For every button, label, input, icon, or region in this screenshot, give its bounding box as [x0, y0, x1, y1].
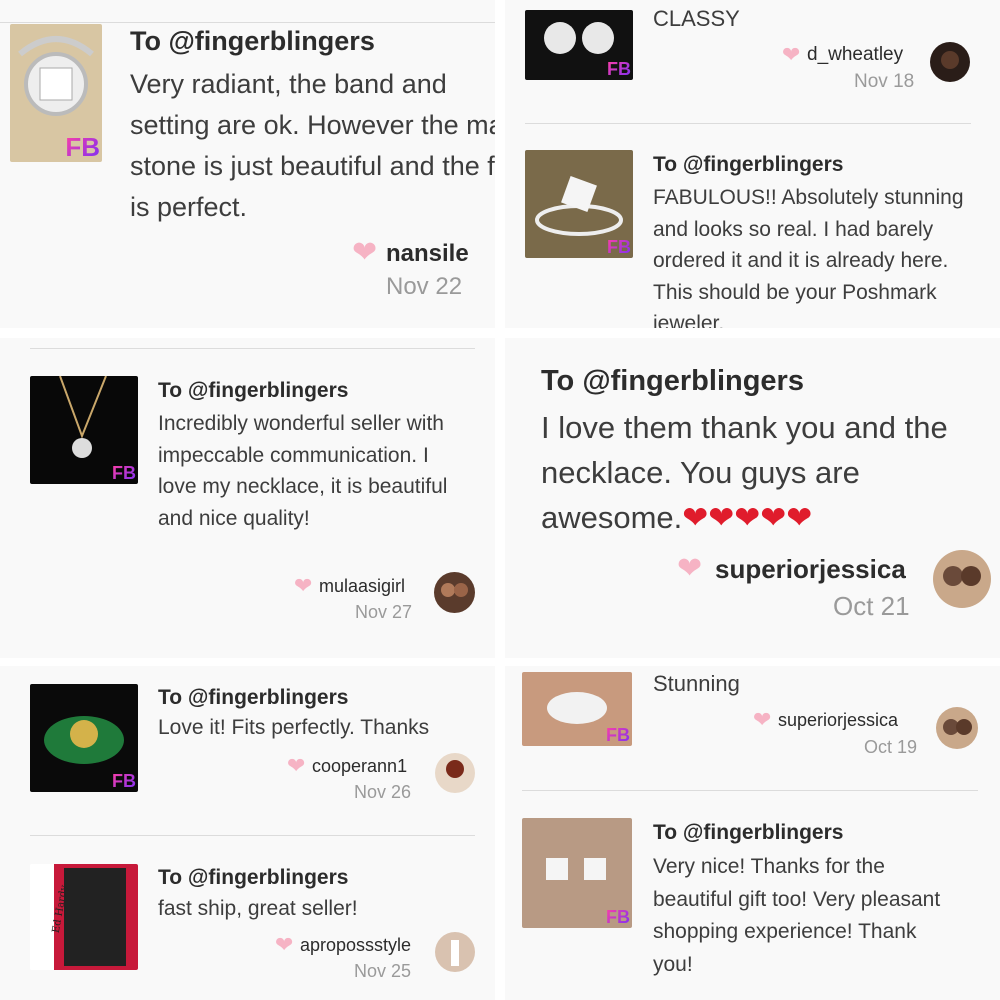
review-date: Nov 22	[386, 273, 463, 300]
review-recipient: To @fingerblingers	[158, 379, 349, 402]
jeans-thumbnail[interactable]: Ed Hardy	[30, 864, 138, 970]
review-date: Nov 26	[354, 782, 412, 802]
fb-logo-icon: FB	[65, 132, 100, 162]
ring-thumbnail[interactable]: FB	[522, 672, 632, 746]
avatar[interactable]	[435, 932, 475, 972]
heart-icon[interactable]: ❤	[287, 755, 305, 777]
heart-icon[interactable]: ❤	[753, 709, 771, 731]
avatar[interactable]	[435, 753, 475, 793]
review-card-nansile: FB To @fingerblingers Very radiant, the …	[0, 0, 495, 328]
earrings-thumbnail[interactable]: FB	[525, 10, 633, 80]
heart-icon[interactable]: ❤	[782, 44, 800, 66]
review-message: Very radiant, the band and setting are o…	[130, 69, 495, 222]
ring-thumbnail[interactable]: FB	[30, 684, 138, 792]
review-date: Oct 19	[864, 737, 918, 757]
review-recipient: To @fingerblingers	[653, 821, 844, 844]
review-message: fast ship, great seller!	[158, 897, 358, 920]
avatar[interactable]	[936, 707, 978, 749]
review-message: Very nice! Thanks for the beautiful gift…	[653, 855, 941, 976]
heart-icon[interactable]: ❤	[352, 238, 377, 268]
fb-logo-icon: FB	[606, 907, 630, 927]
avatar[interactable]	[933, 550, 991, 608]
review-date: Nov 27	[355, 602, 413, 622]
fb-logo-icon: FB	[112, 771, 136, 791]
reviewer-username[interactable]: mulaasigirl	[319, 576, 405, 597]
heart-emoji-icon: ❤❤❤❤❤	[682, 500, 813, 535]
review-recipient: To @fingerblingers	[158, 686, 349, 709]
avatar[interactable]	[434, 572, 475, 613]
review-message: Love it! Fits perfectly. Thanks	[158, 716, 430, 739]
review-message: FABULOUS!! Absolutely stunning and looks…	[653, 186, 964, 328]
fb-logo-icon: FB	[112, 463, 136, 483]
review-date: Nov 25	[354, 961, 412, 981]
reviewer-username[interactable]: nansile	[386, 240, 469, 268]
necklace-thumbnail[interactable]: FB	[30, 376, 138, 484]
divider	[522, 790, 978, 791]
ring-thumbnail[interactable]: FB	[10, 24, 102, 162]
divider	[30, 348, 475, 349]
review-message: CLASSY	[653, 6, 740, 31]
divider	[30, 835, 475, 836]
ring-thumbnail[interactable]: FB	[525, 150, 633, 258]
review-message: I love them thank you and the necklace. …	[541, 405, 971, 540]
review-recipient: To @fingerblingers	[130, 26, 375, 56]
fb-logo-icon: FB	[607, 59, 631, 79]
review-date: Nov 18	[854, 71, 915, 92]
fb-logo-icon: FB	[607, 237, 631, 257]
review-card-superiorjessica-large: To @fingerblingers I love them thank you…	[505, 338, 1000, 658]
top-divider	[0, 22, 495, 23]
reviewer-username[interactable]: apropossstyle	[300, 935, 411, 956]
review-message: Stunning	[653, 671, 740, 696]
avatar[interactable]	[930, 42, 970, 82]
review-message: Incredibly wonderful seller with impecca…	[158, 412, 448, 530]
review-recipient: To @fingerblingers	[158, 866, 349, 889]
heart-icon[interactable]: ❤	[294, 575, 312, 597]
earrings-thumbnail[interactable]: FB	[522, 818, 632, 928]
reviewer-username[interactable]: cooperann1	[312, 756, 407, 777]
review-list-bottom-left: FB To @fingerblingers Love it! Fits perf…	[0, 666, 495, 1000]
heart-icon[interactable]: ❤	[275, 934, 293, 956]
reviewer-username[interactable]: superiorjessica	[715, 554, 906, 585]
review-list-bottom-right: FB Stunning ❤ superiorjessica Oct 19 FB …	[505, 666, 1000, 1000]
review-date: Oct 21	[833, 591, 910, 621]
review-recipient: To @fingerblingers	[653, 153, 844, 176]
reviewer-username[interactable]: d_wheatley	[807, 44, 903, 66]
review-card-right-top: FB CLASSY ❤ d_wheatley Nov 18 FB To @fin…	[505, 0, 1000, 328]
review-recipient: To @fingerblingers	[541, 365, 804, 397]
divider	[525, 123, 971, 124]
review-card-mulaasigirl: FB To @fingerblingers Incredibly wonderf…	[0, 338, 495, 658]
heart-icon[interactable]: ❤	[677, 554, 702, 584]
reviewer-username[interactable]: superiorjessica	[778, 710, 898, 731]
fb-logo-icon: FB	[606, 725, 630, 745]
